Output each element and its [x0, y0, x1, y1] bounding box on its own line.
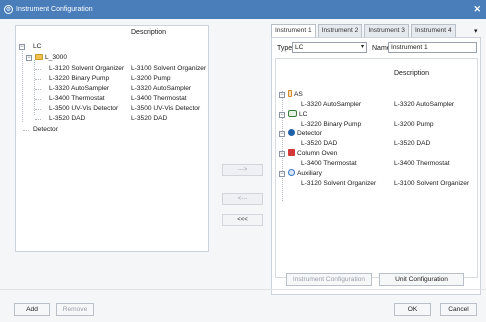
detector-icon	[288, 129, 295, 136]
window-title: Instrument Configuration	[16, 6, 93, 13]
instrument-panel: Type LC ▾ Name Instrument 1 Description …	[271, 37, 481, 295]
tree-line	[35, 69, 41, 70]
tree-item-description: L-3200 Pump	[394, 121, 434, 128]
tree-item-description: L-3520 DAD	[394, 140, 431, 147]
description-header: Description	[131, 29, 167, 36]
title-bar: ⚙ Instrument Configuration ✕	[0, 0, 486, 19]
tree-item[interactable]: L-3320 AutoSampler	[301, 100, 361, 110]
collapse-icon[interactable]: −	[279, 92, 285, 98]
oven-icon	[288, 149, 295, 156]
cancel-button[interactable]: Cancel	[440, 303, 477, 316]
remove-button[interactable]: Remove	[56, 303, 94, 316]
tree-node-as[interactable]: AS	[288, 90, 303, 100]
tree-line	[282, 91, 283, 201]
tree-item[interactable]: L-3120 Solvent Organizer	[301, 179, 376, 189]
collapse-icon[interactable]: −	[279, 171, 285, 177]
footer-divider	[0, 289, 486, 290]
tree-node-lc[interactable]: LC	[288, 110, 307, 120]
tree-item-description: L-3320 AutoSampler	[394, 101, 455, 108]
chevron-down-icon: ▾	[360, 44, 364, 50]
tree-node-auxiliary[interactable]: Auxiliary	[288, 169, 322, 179]
tree-line	[35, 89, 41, 90]
name-input[interactable]: Instrument 1	[388, 42, 477, 53]
collapse-icon[interactable]: −	[279, 112, 285, 118]
auxiliary-icon	[288, 169, 295, 176]
tab-overflow-icon[interactable]: ▾	[474, 27, 478, 35]
pump-icon	[288, 110, 297, 117]
tree-line	[35, 79, 41, 80]
collapse-icon[interactable]: −	[26, 55, 32, 61]
folder-icon	[35, 54, 43, 60]
tree-item-description: L-3400 Thermostat	[394, 160, 450, 167]
instrument-configuration-button[interactable]: Instrument Configuration	[286, 273, 372, 286]
add-button[interactable]: Add	[14, 303, 50, 316]
tree-node-column-oven[interactable]: Column Oven	[288, 149, 337, 159]
autosampler-icon	[288, 90, 292, 97]
unit-configuration-button[interactable]: Unit Configuration	[379, 273, 464, 286]
tree-item[interactable]: L-3400 Thermostat	[301, 159, 357, 169]
close-icon[interactable]: ✕	[473, 4, 481, 14]
tree-line	[35, 109, 41, 110]
collapse-icon[interactable]: −	[279, 131, 285, 137]
tree-line	[22, 48, 23, 122]
dialog-body: Description − LC − L_3000 L-3120 Solvent…	[0, 19, 486, 322]
tree-line	[35, 119, 41, 120]
tree-item-description: L-3100 Solvent Organizer	[394, 180, 470, 187]
tree-line	[35, 99, 41, 100]
description-header: Description	[394, 70, 430, 77]
tab-instrument-4[interactable]: Instrument 4	[410, 24, 456, 37]
tree-node-detector[interactable]: Detector	[288, 129, 322, 139]
instrument-tabs: Instrument 1 Instrument 2 Instrument 3 I…	[271, 24, 458, 37]
instrument-tree: Description − AS L-3320 AutoSampler L-33…	[275, 58, 478, 278]
app-icon: ⚙	[4, 5, 13, 14]
type-select[interactable]: LC ▾	[292, 42, 367, 53]
tree-line	[23, 130, 29, 131]
remove-module-button[interactable]: <---	[222, 193, 263, 205]
remove-all-button[interactable]: <<<	[222, 214, 263, 226]
type-label: Type	[277, 45, 293, 52]
tree-item[interactable]: L-3520 DAD	[301, 139, 337, 149]
collapse-icon[interactable]: −	[279, 151, 285, 157]
ok-button[interactable]: OK	[394, 303, 431, 316]
tab-instrument-3[interactable]: Instrument 3	[364, 24, 409, 37]
tab-instrument-1[interactable]: Instrument 1	[271, 24, 316, 37]
module-tree: Description − LC − L_3000 L-3120 Solvent…	[15, 25, 209, 252]
collapse-icon[interactable]: −	[19, 44, 25, 50]
add-module-button[interactable]: --->	[222, 164, 263, 176]
tab-instrument-2[interactable]: Instrument 2	[317, 24, 363, 37]
